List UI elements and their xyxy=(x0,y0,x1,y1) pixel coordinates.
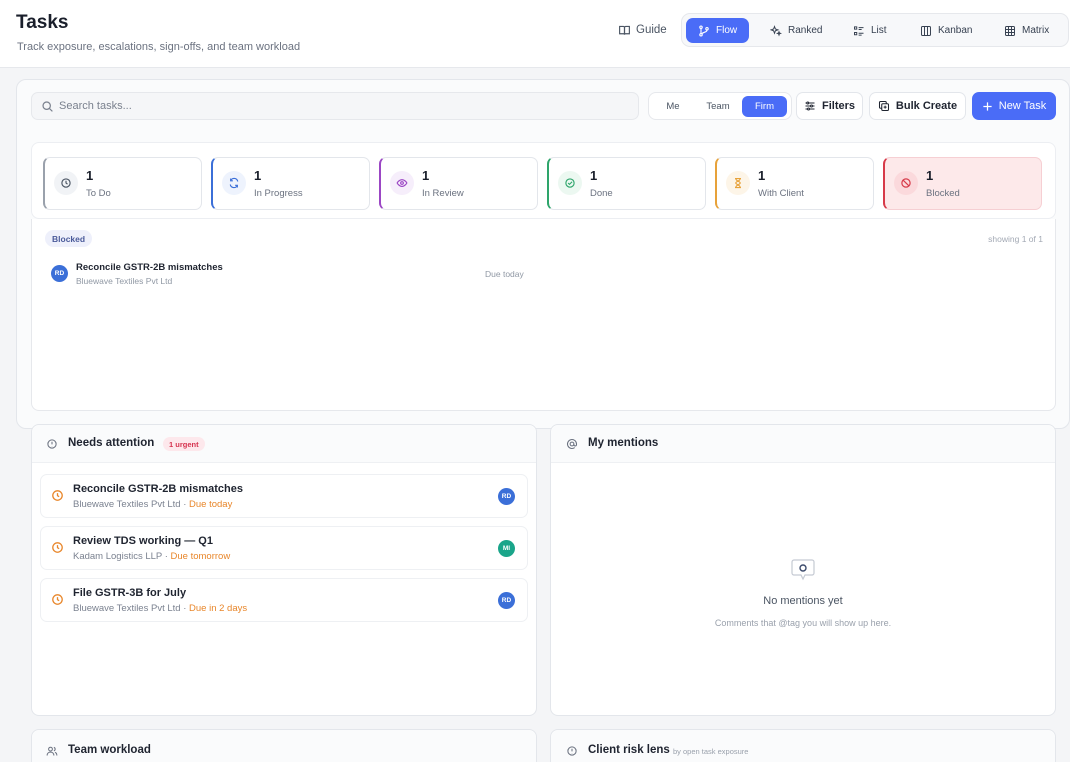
mentions-empty-title: No mentions yet xyxy=(763,595,843,607)
attention-item-title: Reconcile GSTR-2B mismatches xyxy=(73,483,243,495)
status-count: 1 xyxy=(590,168,598,183)
view-tab-ranked[interactable]: Ranked xyxy=(762,18,830,43)
clock-icon xyxy=(54,171,78,195)
view-tab-label: Flow xyxy=(716,25,738,36)
filters-button[interactable]: Filters xyxy=(796,92,863,120)
avatar: RD xyxy=(498,488,515,505)
avatar: RD xyxy=(498,592,515,609)
scope-switcher: Me Team Firm xyxy=(648,92,792,120)
task-due: Due today xyxy=(485,269,524,279)
plus-icon xyxy=(982,101,993,112)
search-input[interactable] xyxy=(59,93,629,119)
status-count: 1 xyxy=(86,168,94,183)
book-icon xyxy=(618,24,631,37)
page-subtitle: Track exposure, escalations, sign-offs, … xyxy=(17,41,301,53)
sparkle-icon xyxy=(770,24,782,37)
search-icon xyxy=(41,100,54,113)
clock-icon xyxy=(51,489,64,502)
scope-firm[interactable]: Firm xyxy=(742,96,787,117)
clock-icon xyxy=(51,541,64,554)
guide-label: Guide xyxy=(636,24,667,36)
bulk-create-button[interactable]: Bulk Create xyxy=(869,92,966,120)
clock-icon xyxy=(51,593,64,606)
at-sign-icon xyxy=(566,438,578,450)
view-tab-label: Ranked xyxy=(788,25,823,36)
task-title[interactable]: Reconcile GSTR-2B mismatches xyxy=(76,262,223,273)
status-count: 1 xyxy=(758,168,766,183)
team-workload-title: Team workload xyxy=(68,744,151,756)
avatar: MI xyxy=(498,540,515,557)
attention-item[interactable]: Review TDS working — Q1 Kadam Logistics … xyxy=(40,526,528,570)
showing-count: showing 1 of 1 xyxy=(988,234,1043,244)
avatar: RD xyxy=(51,265,68,282)
guide-button[interactable]: Guide xyxy=(618,20,667,40)
search-box[interactable] xyxy=(31,92,639,120)
attention-item-title: Review TDS working — Q1 xyxy=(73,535,213,547)
sliders-icon xyxy=(804,100,816,112)
branch-icon xyxy=(698,24,710,37)
mentions-empty-subtitle: Comments that @tag you will show up here… xyxy=(714,618,892,628)
attention-item[interactable]: Reconcile GSTR-2B mismatches Bluewave Te… xyxy=(40,474,528,518)
filter-badge[interactable]: Blocked xyxy=(45,230,93,247)
scope-team[interactable]: Team xyxy=(697,96,739,117)
alert-circle-icon xyxy=(46,438,58,450)
columns-icon xyxy=(920,25,932,37)
attention-item[interactable]: File GSTR-3B for July Bluewave Textiles … xyxy=(40,578,528,622)
bulk-create-label: Bulk Create xyxy=(895,100,958,112)
copy-plus-icon xyxy=(878,100,890,112)
status-label: In Progress xyxy=(254,188,303,199)
status-count: 1 xyxy=(254,168,262,183)
view-tab-matrix[interactable]: Matrix xyxy=(996,18,1057,43)
message-icon xyxy=(790,559,816,581)
status-count: 1 xyxy=(926,168,934,183)
filters-label: Filters xyxy=(821,100,855,112)
attention-item-meta: Bluewave Textiles Pvt Ltd · Due today xyxy=(73,499,233,510)
view-tab-label: Kanban xyxy=(938,25,973,36)
client-risk-subtitle: by open task exposure xyxy=(673,747,749,756)
needs-attention-title: Needs attention xyxy=(68,437,155,449)
grid-icon xyxy=(1004,25,1016,37)
view-tab-list[interactable]: List xyxy=(845,18,895,43)
needs-attention-panel xyxy=(31,424,537,716)
refresh-icon xyxy=(222,171,246,195)
client-risk-title: Client risk lens xyxy=(588,744,670,756)
view-tab-kanban[interactable]: Kanban xyxy=(912,18,980,43)
scope-me[interactable]: Me xyxy=(655,96,691,117)
ban-icon xyxy=(894,171,918,195)
attention-item-title: File GSTR-3B for July xyxy=(73,587,187,599)
view-tab-flow[interactable]: Flow xyxy=(686,18,750,43)
filtered-task-list xyxy=(31,219,1056,411)
task-client: Bluewave Textiles Pvt Ltd xyxy=(76,276,173,286)
hourglass-icon xyxy=(726,171,750,195)
check-circle-icon xyxy=(558,171,582,195)
attention-item-meta: Bluewave Textiles Pvt Ltd · Due in 2 day… xyxy=(73,603,248,614)
status-label: Blocked xyxy=(926,188,960,199)
status-card-in-progress[interactable]: 1 In Progress xyxy=(211,157,370,210)
view-tab-label: List xyxy=(871,25,887,36)
status-card-with-client[interactable]: 1 With Client xyxy=(715,157,874,210)
page-title: Tasks xyxy=(16,12,69,33)
status-card-blocked[interactable]: 1 Blocked xyxy=(883,157,1042,210)
view-switcher: Flow Ranked List Kanban Matrix xyxy=(681,13,1069,47)
status-label: To Do xyxy=(86,188,111,199)
status-label: With Client xyxy=(758,188,804,199)
status-card-in-review[interactable]: 1 In Review xyxy=(379,157,538,210)
users-icon xyxy=(46,745,58,757)
eye-icon xyxy=(390,171,414,195)
new-task-label: New Task xyxy=(998,100,1047,112)
alert-circle-icon xyxy=(566,745,578,757)
mentions-title: My mentions xyxy=(588,437,659,449)
status-label: Done xyxy=(590,188,613,199)
page-header: Tasks Track exposure, escalations, sign-… xyxy=(0,0,1070,68)
urgent-badge: 1 urgent xyxy=(163,437,205,451)
attention-item-meta: Kadam Logistics LLP · Due tomorrow xyxy=(73,551,231,562)
status-count: 1 xyxy=(422,168,430,183)
status-card-done[interactable]: 1 Done xyxy=(547,157,706,210)
list-icon xyxy=(853,25,865,37)
status-label: In Review xyxy=(422,188,464,199)
new-task-button[interactable]: New Task xyxy=(972,92,1056,120)
view-tab-label: Matrix xyxy=(1022,25,1050,36)
status-card-to-do[interactable]: 1 To Do xyxy=(43,157,202,210)
